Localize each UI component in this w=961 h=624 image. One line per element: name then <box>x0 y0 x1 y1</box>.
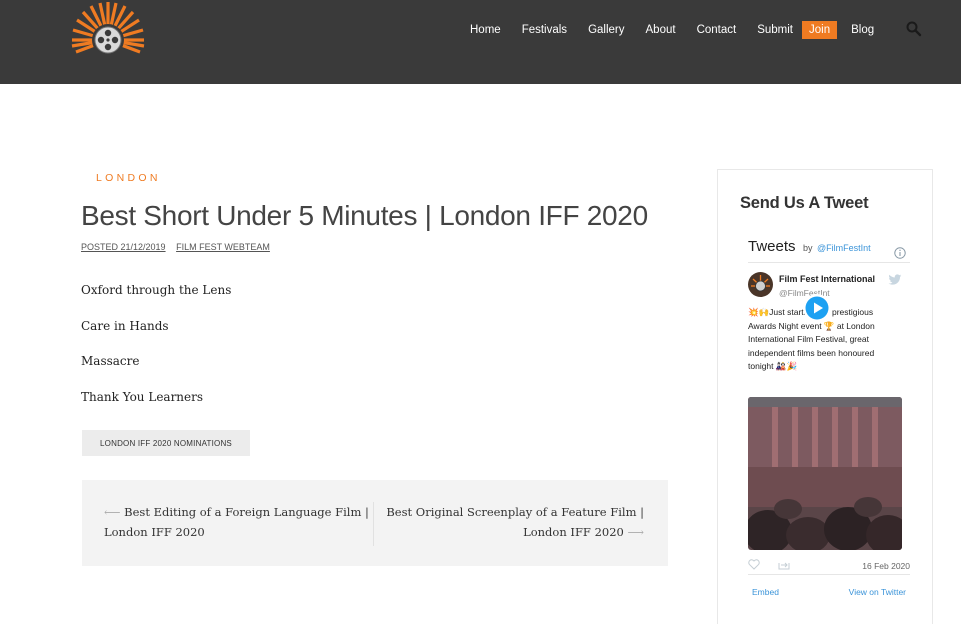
nav-about[interactable]: About <box>646 21 676 39</box>
post-meta: POSTED 21/12/2019 FILM FEST WEBTEAM <box>81 242 270 252</box>
post-date-link[interactable]: POSTED 21/12/2019 <box>81 242 166 252</box>
arrow-left-icon: ⟵ <box>104 505 121 519</box>
nav-join[interactable]: Join <box>802 21 838 39</box>
next-post-title: Best Original Screenplay of a Feature Fi… <box>386 505 644 539</box>
film-reel-logo[interactable] <box>68 2 148 58</box>
post-category[interactable]: LONDON <box>96 172 161 184</box>
heart-icon[interactable] <box>748 559 760 570</box>
post-navigation: ⟵ Best Editing of a Foreign Language Fil… <box>82 480 668 566</box>
nav-blog[interactable]: Blog <box>851 21 874 39</box>
arrow-right-icon: ⟶ <box>627 525 645 539</box>
timeline-title: Tweets <box>748 238 796 255</box>
avatar[interactable] <box>748 272 773 297</box>
timeline-footer-divider <box>748 574 910 575</box>
nav-contact[interactable]: Contact <box>697 21 737 39</box>
search-icon[interactable] <box>905 20 923 38</box>
tweet-author-name[interactable]: Film Fest International <box>779 274 875 284</box>
info-icon[interactable] <box>894 247 906 259</box>
post-nav-divider <box>373 502 374 546</box>
nominee-item: Massacre <box>81 354 140 368</box>
tweet-video-thumbnail[interactable] <box>748 397 902 550</box>
embed-link[interactable]: Embed <box>752 587 779 597</box>
timeline-header: Tweets by @FilmFestInt <box>748 238 906 262</box>
post-author-link[interactable]: FILM FEST WEBTEAM <box>176 242 270 252</box>
timeline-divider <box>748 262 910 263</box>
post-title: Best Short Under 5 Minutes | London IFF … <box>81 200 648 231</box>
nav-gallery[interactable]: Gallery <box>588 21 624 39</box>
twitter-bird-icon[interactable] <box>888 274 902 286</box>
next-post-link[interactable]: Best Original Screenplay of a Feature Fi… <box>382 502 644 542</box>
tweet-actions: 16 Feb 2020 <box>748 559 910 573</box>
widget-title: Send Us A Tweet <box>740 194 869 212</box>
prev-post-title: Best Editing of a Foreign Language Film … <box>104 505 369 539</box>
prev-post-link[interactable]: ⟵ Best Editing of a Foreign Language Fil… <box>104 502 374 542</box>
sidebar-widget: Send Us A Tweet Tweets by @FilmFestInt F… <box>717 169 933 624</box>
post-tag[interactable]: LONDON IFF 2020 NOMINATIONS <box>82 430 250 456</box>
nominee-item: Thank You Learners <box>81 390 204 404</box>
nominee-item: Care in Hands <box>81 319 169 333</box>
nominee-item: Oxford through the Lens <box>81 283 232 297</box>
nav-festivals[interactable]: Festivals <box>522 21 567 39</box>
site-header: Home Festivals Gallery About Contact Sub… <box>0 0 961 84</box>
nav-submit[interactable]: Submit <box>757 21 793 39</box>
timeline-by: by <box>802 243 813 253</box>
play-icon[interactable] <box>802 293 832 323</box>
timeline-handle[interactable]: @FilmFestInt <box>817 243 871 253</box>
nav-home[interactable]: Home <box>470 21 501 39</box>
main-nav: Home Festivals Gallery About Contact Sub… <box>470 20 895 40</box>
view-on-twitter-link[interactable]: View on Twitter <box>849 587 906 597</box>
tweet-date[interactable]: 16 Feb 2020 <box>862 561 910 571</box>
share-icon[interactable] <box>778 559 790 570</box>
